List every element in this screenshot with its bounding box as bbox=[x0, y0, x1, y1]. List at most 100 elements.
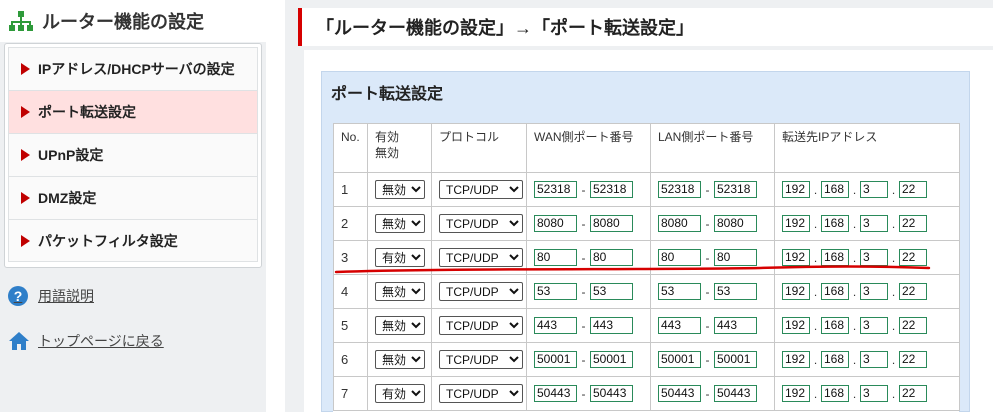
enabled-select[interactable]: 無効 bbox=[375, 282, 425, 301]
lan-port-to-input[interactable]: 8080 bbox=[714, 215, 757, 232]
lan-port-cell: 52318-52318 bbox=[650, 172, 775, 207]
ip-octet-1-input[interactable]: 192 bbox=[782, 351, 810, 368]
wan-port-to-input[interactable]: 443 bbox=[590, 317, 633, 334]
lan-port-to-input[interactable]: 443 bbox=[714, 317, 757, 334]
ip-octet-1-input[interactable]: 192 bbox=[782, 317, 810, 334]
sidebar-item-port-forwarding[interactable]: ポート転送設定 bbox=[8, 90, 258, 133]
ip-octet-1-input[interactable]: 192 bbox=[782, 181, 810, 198]
ip-octet-1-input[interactable]: 192 bbox=[782, 249, 810, 266]
table-row: 2 無効 TCP/UDP 8080-8080 8080-8080 192. 168. 3. 22 bbox=[333, 206, 960, 241]
lan-port-from-input[interactable]: 53 bbox=[658, 283, 701, 300]
wan-port-from-input[interactable]: 50001 bbox=[534, 351, 577, 368]
protocol-select[interactable]: TCP/UDP bbox=[439, 384, 523, 403]
lan-port-from-input[interactable]: 50443 bbox=[658, 385, 701, 402]
enabled-select[interactable]: 有効 bbox=[375, 384, 425, 403]
ip-dot: . bbox=[813, 250, 818, 265]
protocol-cell: TCP/UDP bbox=[431, 376, 527, 411]
lan-port-from-input[interactable]: 52318 bbox=[658, 181, 701, 198]
protocol-select[interactable]: TCP/UDP bbox=[439, 180, 523, 199]
ip-octet-3-input[interactable]: 3 bbox=[860, 215, 888, 232]
lan-port-cell: 53-53 bbox=[650, 274, 775, 309]
sidebar-item-label: パケットフィルタ設定 bbox=[38, 232, 178, 249]
enabled-select[interactable]: 無効 bbox=[375, 180, 425, 199]
ip-octet-4-input[interactable]: 22 bbox=[899, 385, 927, 402]
ip-octet-4-input[interactable]: 22 bbox=[899, 215, 927, 232]
ip-octet-2-input[interactable]: 168 bbox=[821, 249, 849, 266]
ip-octet-2-input[interactable]: 168 bbox=[821, 181, 849, 198]
ip-octet-4-input[interactable]: 22 bbox=[899, 317, 927, 334]
protocol-select[interactable]: TCP/UDP bbox=[439, 316, 523, 335]
sidebar-item-label: IPアドレス/DHCPサーバの設定 bbox=[38, 61, 235, 77]
header-protocol: プロトコル bbox=[431, 123, 527, 173]
ip-octet-4-input[interactable]: 22 bbox=[899, 283, 927, 300]
table-row: 6 無効 TCP/UDP 50001-50001 50001-50001 192. 168.… bbox=[333, 342, 960, 377]
ip-octet-4-input[interactable]: 22 bbox=[899, 351, 927, 368]
ip-dot: . bbox=[852, 352, 857, 367]
lan-port-from-input[interactable]: 443 bbox=[658, 317, 701, 334]
ip-octet-2-input[interactable]: 168 bbox=[821, 317, 849, 334]
ip-octet-2-input[interactable]: 168 bbox=[821, 215, 849, 232]
lan-port-to-input[interactable]: 52318 bbox=[714, 181, 757, 198]
wan-port-from-input[interactable]: 80 bbox=[534, 249, 577, 266]
glossary-link[interactable]: ? 用語説明 bbox=[8, 286, 94, 306]
lan-port-from-input[interactable]: 8080 bbox=[658, 215, 701, 232]
enabled-select[interactable]: 無効 bbox=[375, 350, 425, 369]
enabled-select[interactable]: 有効 bbox=[375, 248, 425, 267]
row-number: 5 bbox=[333, 308, 368, 343]
protocol-select[interactable]: TCP/UDP bbox=[439, 248, 523, 267]
ip-octet-3-input[interactable]: 3 bbox=[860, 385, 888, 402]
wan-port-to-input[interactable]: 50001 bbox=[590, 351, 633, 368]
ip-octet-3-input[interactable]: 3 bbox=[860, 317, 888, 334]
sidebar-item-dmz[interactable]: DMZ設定 bbox=[8, 176, 258, 219]
enabled-select[interactable]: 無効 bbox=[375, 316, 425, 335]
wan-port-to-input[interactable]: 53 bbox=[590, 283, 633, 300]
ip-octet-2-input[interactable]: 168 bbox=[821, 351, 849, 368]
sidebar-item-label: UPnP設定 bbox=[38, 147, 104, 163]
wan-port-to-input[interactable]: 8080 bbox=[590, 215, 633, 232]
enabled-select[interactable]: 無効 bbox=[375, 214, 425, 233]
home-link[interactable]: トップページに戻る bbox=[8, 331, 164, 351]
wan-port-to-input[interactable]: 52318 bbox=[590, 181, 633, 198]
sidebar-title: ルーター機能の設定 bbox=[42, 12, 204, 32]
wan-port-from-input[interactable]: 8080 bbox=[534, 215, 577, 232]
ip-octet-3-input[interactable]: 3 bbox=[860, 351, 888, 368]
ip-octet-3-input[interactable]: 3 bbox=[860, 249, 888, 266]
wan-port-from-input[interactable]: 443 bbox=[534, 317, 577, 334]
wan-port-from-input[interactable]: 50443 bbox=[534, 385, 577, 402]
home-link-label: トップページに戻る bbox=[38, 333, 164, 349]
wan-port-to-input[interactable]: 80 bbox=[590, 249, 633, 266]
sidebar-item-upnp[interactable]: UPnP設定 bbox=[8, 133, 258, 176]
ip-dot: . bbox=[891, 250, 896, 265]
wan-port-from-input[interactable]: 52318 bbox=[534, 181, 577, 198]
ip-octet-3-input[interactable]: 3 bbox=[860, 283, 888, 300]
lan-port-to-input[interactable]: 80 bbox=[714, 249, 757, 266]
range-separator: - bbox=[581, 284, 586, 299]
lan-port-to-input[interactable]: 53 bbox=[714, 283, 757, 300]
row-number: 2 bbox=[333, 206, 368, 241]
ip-octet-1-input[interactable]: 192 bbox=[782, 385, 810, 402]
wan-port-to-input[interactable]: 50443 bbox=[590, 385, 633, 402]
lan-port-from-input[interactable]: 80 bbox=[658, 249, 701, 266]
header-no: No. bbox=[333, 123, 368, 173]
ip-octet-1-input[interactable]: 192 bbox=[782, 283, 810, 300]
ip-octet-2-input[interactable]: 168 bbox=[821, 385, 849, 402]
ip-dot: . bbox=[852, 284, 857, 299]
ip-octet-4-input[interactable]: 22 bbox=[899, 249, 927, 266]
wan-port-from-input[interactable]: 53 bbox=[534, 283, 577, 300]
protocol-cell: TCP/UDP bbox=[431, 206, 527, 241]
range-separator: - bbox=[581, 250, 586, 265]
lan-port-to-input[interactable]: 50443 bbox=[714, 385, 757, 402]
lan-port-from-input[interactable]: 50001 bbox=[658, 351, 701, 368]
sidebar-item-ip-dhcp[interactable]: IPアドレス/DHCPサーバの設定 bbox=[8, 47, 258, 90]
ip-octet-3-input[interactable]: 3 bbox=[860, 181, 888, 198]
ip-octet-1-input[interactable]: 192 bbox=[782, 215, 810, 232]
ip-octet-4-input[interactable]: 22 bbox=[899, 181, 927, 198]
protocol-select[interactable]: TCP/UDP bbox=[439, 350, 523, 369]
ip-dot: . bbox=[891, 318, 896, 333]
table-row: 1 無効 TCP/UDP 52318-52318 52318-52318 192. 168.… bbox=[333, 172, 960, 207]
lan-port-to-input[interactable]: 50001 bbox=[714, 351, 757, 368]
ip-octet-2-input[interactable]: 168 bbox=[821, 283, 849, 300]
sidebar-item-packet-filter[interactable]: パケットフィルタ設定 bbox=[8, 219, 258, 262]
protocol-select[interactable]: TCP/UDP bbox=[439, 214, 523, 233]
protocol-select[interactable]: TCP/UDP bbox=[439, 282, 523, 301]
